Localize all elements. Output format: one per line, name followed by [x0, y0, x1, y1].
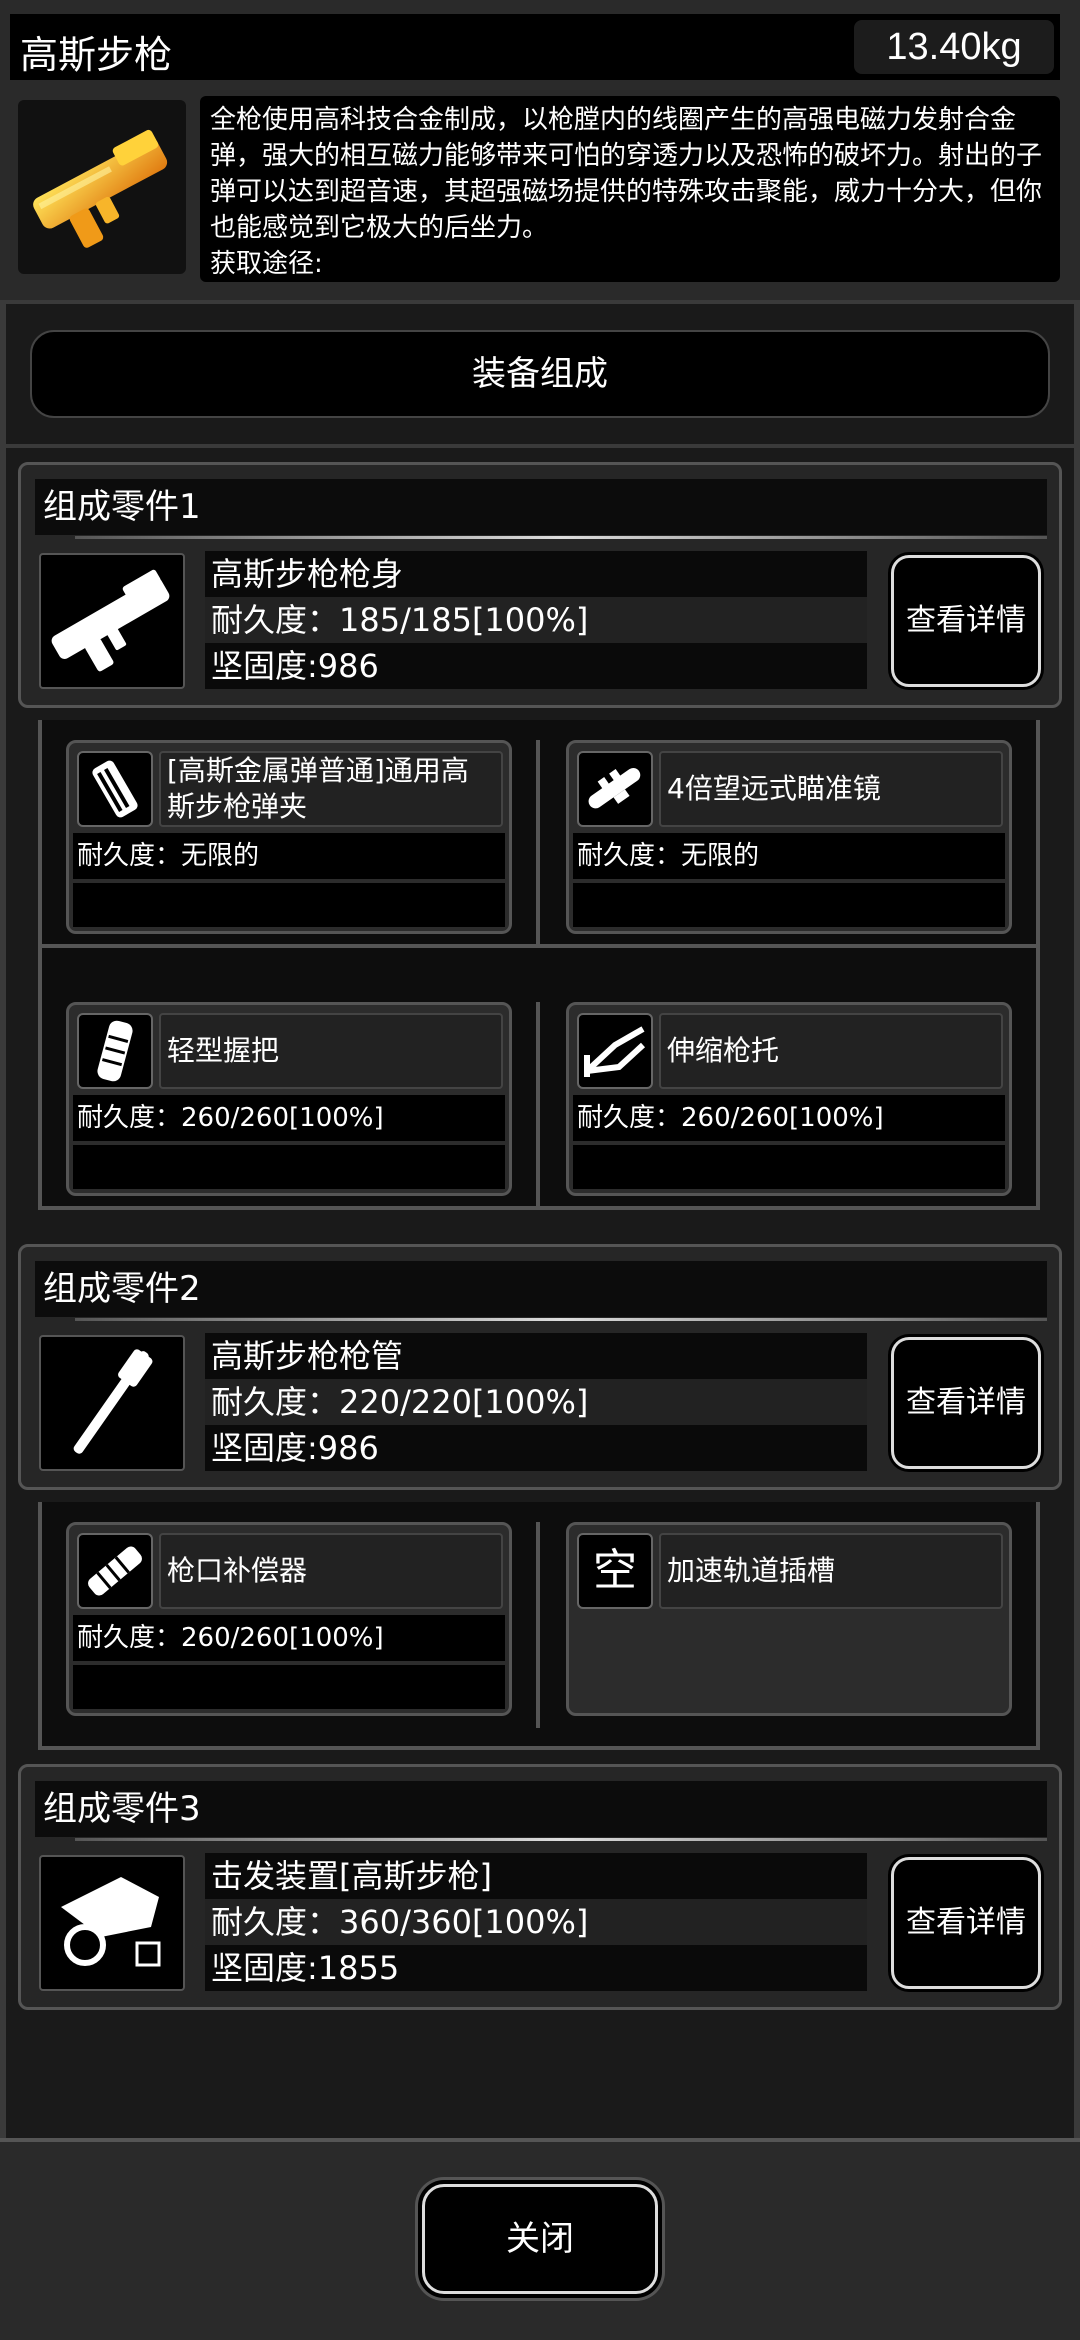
grid-divider: [536, 1002, 540, 1208]
attachment-blank-row: [573, 883, 1005, 927]
attachment-name: 加速轨道插槽: [659, 1533, 1003, 1609]
description-text: 全枪使用高科技合金制成，以枪膛内的线圈产生的高强电磁力发射合金弹，强大的相互磁力…: [210, 105, 1043, 243]
part-hardness: 坚固度:986: [205, 1425, 867, 1471]
part-durability: 耐久度：185/185[100%]: [205, 597, 867, 643]
scope-icon: [577, 751, 653, 827]
item-weight: 13.40kg: [854, 20, 1054, 74]
part-section: 组成零件1 高斯步枪枪身 耐久度：185/185[100%] 坚固度:986 查…: [18, 462, 1062, 708]
title-bar: 高斯步枪 13.40kg: [10, 14, 1060, 80]
attachment-blank-row: [73, 883, 505, 927]
attachment-card[interactable]: 轻型握把 耐久度：260/260[100%]: [66, 1002, 512, 1196]
attachment-name: 伸缩枪托: [659, 1013, 1003, 1089]
part-header: 组成零件2: [35, 1261, 1047, 1321]
part-section: 组成零件2 高斯步枪枪管 耐久度：220/220[100%] 坚固度:986 查…: [18, 1244, 1062, 1490]
compensator-icon: [77, 1533, 153, 1609]
attachment-card[interactable]: 伸缩枪托 耐久度：260/260[100%]: [566, 1002, 1012, 1196]
attachment-name: 枪口补偿器: [159, 1533, 503, 1609]
part-name: 高斯步枪枪身: [205, 551, 867, 597]
magazine-icon: [77, 751, 153, 827]
attachment-card-empty[interactable]: 空 加速轨道插槽: [566, 1522, 1012, 1716]
stock-icon: [577, 1013, 653, 1089]
grip-icon: [77, 1013, 153, 1089]
item-header: 高斯步枪 13.40kg 全枪使用高科技合金制成，以枪膛内的线圈产生的高强电磁力…: [0, 0, 1080, 300]
item-title: 高斯步枪: [20, 33, 173, 77]
rifle-body-icon: [39, 553, 185, 689]
attachment-card[interactable]: 4倍望远式瞄准镜 耐久度：无限的: [566, 740, 1012, 934]
part-hardness: 坚固度:986: [205, 643, 867, 689]
part-info: 高斯步枪枪管 耐久度：220/220[100%] 坚固度:986: [205, 1333, 867, 1475]
attachment-durability: 耐久度：无限的: [73, 833, 505, 879]
attachment-durability: 耐久度：260/260[100%]: [573, 1095, 1005, 1141]
grid-divider: [536, 740, 540, 946]
attachment-name: 4倍望远式瞄准镜: [659, 751, 1003, 827]
part-durability: 耐久度：360/360[100%]: [205, 1899, 867, 1945]
empty-slot-icon: 空: [577, 1533, 653, 1609]
attachment-durability: 耐久度：无限的: [573, 833, 1005, 879]
gauss-rifle-icon: [18, 100, 186, 274]
part-header: 组成零件3: [35, 1781, 1047, 1841]
part-info: 高斯步枪枪身 耐久度：185/185[100%] 坚固度:986: [205, 551, 867, 693]
trigger-mechanism-icon: [39, 1855, 185, 1991]
part-name: 击发装置[高斯步枪]: [205, 1853, 867, 1899]
attachment-card[interactable]: [高斯金属弹普通]通用高斯步枪弹夹 耐久度：无限的: [66, 740, 512, 934]
attachment-blank-row: [73, 1665, 505, 1709]
part-info: 击发装置[高斯步枪] 耐久度：360/360[100%] 坚固度:1855: [205, 1853, 867, 1995]
part-section: 组成零件3 击发装置[高斯步枪] 耐久度：360/360[100%] 坚固度:1…: [18, 1764, 1062, 2010]
part-hardness: 坚固度:1855: [205, 1945, 867, 1991]
part-name: 高斯步枪枪管: [205, 1333, 867, 1379]
equipment-composition-button[interactable]: 装备组成: [30, 330, 1050, 418]
attachment-durability: 耐久度：260/260[100%]: [73, 1095, 505, 1141]
part-durability: 耐久度：220/220[100%]: [205, 1379, 867, 1425]
grid-divider: [536, 1522, 540, 1728]
attachment-card[interactable]: 枪口补偿器 耐久度：260/260[100%]: [66, 1522, 512, 1716]
part-header: 组成零件1: [35, 479, 1047, 539]
attachment-name: [高斯金属弹普通]通用高斯步枪弹夹: [159, 751, 503, 827]
view-details-button[interactable]: 查看详情: [891, 1857, 1041, 1989]
view-details-button[interactable]: 查看详情: [891, 1337, 1041, 1469]
attachment-name: 轻型握把: [159, 1013, 503, 1089]
barrel-icon: [39, 1335, 185, 1471]
item-description: 全枪使用高科技合金制成，以枪膛内的线圈产生的高强电磁力发射合金弹，强大的相互磁力…: [200, 96, 1060, 282]
attachment-blank-row: [573, 1145, 1005, 1189]
grid-divider: [38, 1746, 1040, 1750]
attachment-durability: 耐久度：260/260[100%]: [73, 1615, 505, 1661]
attachment-blank-row: [73, 1145, 505, 1189]
source-label: 获取途径:: [210, 249, 323, 279]
view-details-button[interactable]: 查看详情: [891, 555, 1041, 687]
close-button[interactable]: 关闭: [422, 2184, 658, 2294]
divider: [0, 444, 1080, 448]
